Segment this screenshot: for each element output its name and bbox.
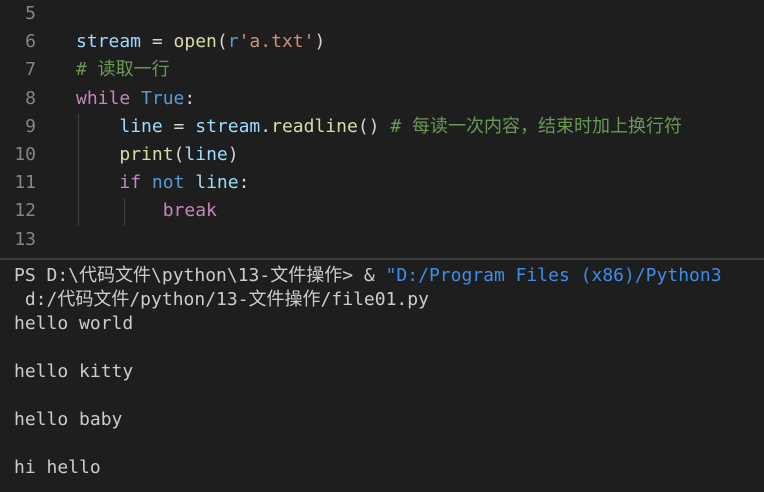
line-number: 8: [25, 87, 36, 109]
code-token: r: [227, 31, 239, 53]
code-token: True: [141, 87, 185, 109]
code-token: print: [119, 144, 174, 165]
code-token: stream: [76, 31, 142, 53]
code-line[interactable]: 5: [0, 0, 764, 28]
code-token: # 读取一行: [76, 59, 170, 81]
line-number: 7: [25, 59, 36, 81]
code-token: stream: [195, 115, 261, 137]
code-token: :: [238, 172, 250, 194]
code-token: line: [195, 172, 239, 194]
code-token: while: [76, 87, 131, 109]
code-token: 'a.txt': [238, 31, 315, 53]
code-token: (): [357, 115, 391, 137]
code-line[interactable]: 9 line = stream.readline() # 每读一次内容，结束时加…: [0, 113, 764, 141]
code-token: # 每读一次内容，结束时加上换行符: [390, 115, 683, 137]
code-text: line = stream.readline() # 每读一次内容，结束时加上换…: [76, 113, 682, 141]
code-token: not: [151, 172, 185, 194]
code-token: (: [216, 31, 228, 53]
code-token: break: [162, 200, 217, 222]
terminal-panel[interactable]: PS D:\代码文件\python\13-文件操作> & "D:/Program…: [0, 260, 764, 492]
terminal-command-path: "D:/Program Files (x86)/Python3: [385, 265, 722, 286]
code-token: ): [314, 31, 326, 53]
terminal-output-line: hello baby: [14, 409, 123, 430]
code-line[interactable]: 8 while True:: [0, 85, 764, 113]
code-token: line: [184, 144, 228, 165]
code-token: readline: [271, 115, 358, 137]
code-token: line: [119, 115, 163, 137]
code-text: if not line:: [76, 169, 249, 197]
line-number: 11: [14, 172, 36, 194]
code-line[interactable]: 6 stream = open(r'a.txt'): [0, 28, 764, 56]
code-text: # 读取一行: [76, 56, 170, 84]
code-text: break: [76, 197, 217, 225]
code-editor[interactable]: 5 6 stream = open(r'a.txt') 7 # 读取一行 8 while T…: [0, 0, 764, 258]
code-token: .: [260, 115, 272, 137]
terminal-command-arg: d:/代码文件/python/13-文件操作/file01.py: [14, 289, 429, 310]
code-token: ): [227, 144, 239, 165]
line-number: 6: [25, 31, 36, 53]
line-number: 5: [25, 3, 36, 24]
code-line[interactable]: 10 print(line): [0, 141, 764, 169]
terminal-output-line: hello world: [14, 313, 134, 334]
code-token: =: [141, 31, 174, 53]
code-token: open: [173, 31, 217, 53]
code-token: :: [184, 87, 196, 109]
code-token: (: [173, 144, 185, 165]
code-line[interactable]: 12 break: [0, 197, 764, 225]
terminal-output-line: hello kitty: [14, 361, 134, 382]
code-line[interactable]: 13: [0, 226, 764, 254]
code-line[interactable]: 7 # 读取一行: [0, 56, 764, 84]
line-number: 9: [25, 115, 36, 137]
terminal-output-line: hi hello: [14, 457, 101, 478]
terminal-command-line: PS D:\代码文件\python\13-文件操作> & "D:/Program…: [14, 264, 722, 288]
code-line[interactable]: 11 if not line:: [0, 169, 764, 197]
terminal-command: &: [363, 265, 386, 286]
code-token: =: [162, 115, 196, 137]
line-number: 12: [14, 200, 36, 222]
code-token: if: [119, 172, 142, 194]
code-text: print(line): [76, 141, 239, 169]
line-number: 10: [14, 144, 36, 165]
code-text: stream = open(r'a.txt'): [76, 28, 325, 56]
terminal-prompt: PS D:\代码文件\python\13-文件操作>: [14, 265, 364, 286]
line-number: 13: [14, 228, 36, 250]
code-text: while True:: [76, 85, 195, 113]
